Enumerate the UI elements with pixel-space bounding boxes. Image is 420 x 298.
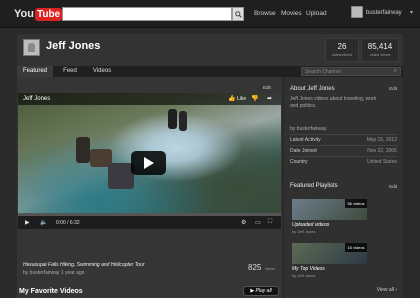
video-overlay-title: Jeff Jones xyxy=(23,96,51,102)
channel-title: Jeff Jones xyxy=(46,40,101,52)
about-title: About Jeff Jones xyxy=(290,86,335,92)
person-figure xyxy=(179,111,187,131)
country-label: Country xyxy=(290,159,308,165)
subscriber-number: 26 xyxy=(337,42,347,51)
favorites-title: My Favorite Videos xyxy=(19,288,83,295)
tab-videos[interactable]: Videos xyxy=(85,66,119,77)
username[interactable]: busterfairway xyxy=(366,10,402,16)
channel-search-input[interactable]: Search Channel ⌕ xyxy=(301,67,401,76)
chevron-right-icon: › xyxy=(395,287,397,293)
search-icon xyxy=(234,10,242,18)
edit-playlists-link[interactable]: Edit xyxy=(389,184,397,189)
country-value: United States xyxy=(366,159,397,165)
playlist-title[interactable]: Uploaded videos xyxy=(292,222,329,228)
nav-upload[interactable]: Upload xyxy=(306,10,327,17)
playlist-author[interactable]: by Jeff Jones xyxy=(292,273,316,278)
video-views-count: 85,414 video views xyxy=(361,38,399,62)
logo-you: You xyxy=(14,8,34,20)
play-icon[interactable]: ▶ xyxy=(25,219,30,226)
play-icon xyxy=(143,157,154,169)
latest-activity-label: Latest Activity xyxy=(290,137,321,143)
subscriber-count: 26 subscribers xyxy=(325,38,359,62)
top-bar: You Tube Browse Movies Upload busterfair… xyxy=(0,0,420,28)
video-player[interactable]: Jeff Jones 👍 Like 👎 ➦ ▶ 🔈 0:00 / 6:32 ⚙ … xyxy=(18,93,281,229)
playlist-author[interactable]: by Jeff Jones xyxy=(292,229,316,234)
thumbs-down-icon[interactable]: 👎 xyxy=(251,95,258,102)
channel-avatar xyxy=(23,39,40,56)
fullscreen-icon[interactable]: ⛶ xyxy=(268,219,272,226)
person-figure xyxy=(76,137,90,163)
share-icon[interactable]: ➦ xyxy=(267,95,272,102)
sidebar: Edit About Jeff Jones Jeff Jones videos … xyxy=(284,77,403,298)
edit-featured-link[interactable]: Edit xyxy=(263,85,271,90)
volume-icon[interactable]: 🔈 xyxy=(40,219,47,226)
subscriber-label: subscribers xyxy=(331,52,353,57)
search-icon[interactable]: ⌕ xyxy=(394,68,397,75)
channel-tabs: Featured Feed Videos Search Channel ⌕ xyxy=(17,66,403,77)
popout-icon[interactable]: ▭ xyxy=(255,219,261,226)
divider xyxy=(290,145,398,146)
nav-browse[interactable]: Browse xyxy=(254,10,276,17)
tab-feed[interactable]: Feed xyxy=(57,66,83,77)
thumbs-up-icon[interactable]: 👍 xyxy=(228,95,235,102)
date-joined-label: Date Joined xyxy=(290,148,317,154)
playlist-thumbnail[interactable]: 16 videos xyxy=(292,243,367,264)
featured-playlists-title: Featured Playlists xyxy=(290,183,338,189)
view-count-label: views xyxy=(265,266,276,271)
settings-icon[interactable]: ⚙ xyxy=(241,219,246,226)
divider xyxy=(290,156,398,157)
progress-bar[interactable] xyxy=(18,213,281,216)
play-all-button[interactable]: ▶ Play all xyxy=(243,286,279,296)
playlist-title[interactable]: My Top Videos xyxy=(292,266,325,272)
user-avatar[interactable] xyxy=(351,6,363,18)
edit-about-link[interactable]: Edit xyxy=(389,86,397,91)
person-figure xyxy=(168,109,177,129)
view-all-playlists-link[interactable]: View all › xyxy=(377,287,397,293)
featured-video-meta: by busterfairway 1 year ago xyxy=(23,270,85,276)
view-count: 825 xyxy=(248,263,262,272)
video-time: 0:00 / 6:32 xyxy=(56,220,80,226)
play-button[interactable] xyxy=(131,151,166,175)
about-description: Jeff Jones videos about traveling, work … xyxy=(290,96,377,109)
view-all-label: View all xyxy=(376,287,394,293)
featured-section: Edit Jeff Jones 👍 Like 👎 ➦ ▶ 🔈 0:00 / 6:… xyxy=(17,77,282,298)
chevron-down-icon[interactable]: ▾ xyxy=(410,9,413,16)
video-title-bar: Jeff Jones 👍 Like 👎 ➦ xyxy=(18,93,281,105)
playlist-thumbnail[interactable]: 56 videos xyxy=(292,199,367,220)
playlist-count: 16 videos xyxy=(345,243,367,252)
nav-movies[interactable]: Movies xyxy=(281,10,302,17)
play-all-label: Play all xyxy=(255,288,272,294)
search-button[interactable] xyxy=(232,7,244,21)
video-views-number: 85,414 xyxy=(367,42,393,51)
divider xyxy=(290,134,398,135)
channel-search-placeholder: Search Channel xyxy=(305,69,341,75)
logo-tube: Tube xyxy=(34,7,63,21)
video-views-label: video views xyxy=(369,52,391,57)
like-label[interactable]: Like xyxy=(237,96,246,102)
youtube-logo[interactable]: You Tube xyxy=(14,6,63,22)
about-author[interactable]: by busterfairway xyxy=(290,126,326,132)
search-input[interactable] xyxy=(62,7,232,21)
playlist-count: 56 videos xyxy=(345,199,367,208)
latest-activity-value: May 15, 2012 xyxy=(366,137,397,143)
channel-header: Jeff Jones 26 subscribers 85,414 video v… xyxy=(17,34,403,66)
date-joined-value: Nov 22, 2006 xyxy=(367,148,397,154)
tab-featured[interactable]: Featured xyxy=(17,66,53,77)
video-controls: ▶ 🔈 0:00 / 6:32 ⚙ ▭ ⛶ xyxy=(18,213,281,229)
featured-video-title[interactable]: Havasupai Falls Hiking, Swimming and Hel… xyxy=(23,262,145,268)
